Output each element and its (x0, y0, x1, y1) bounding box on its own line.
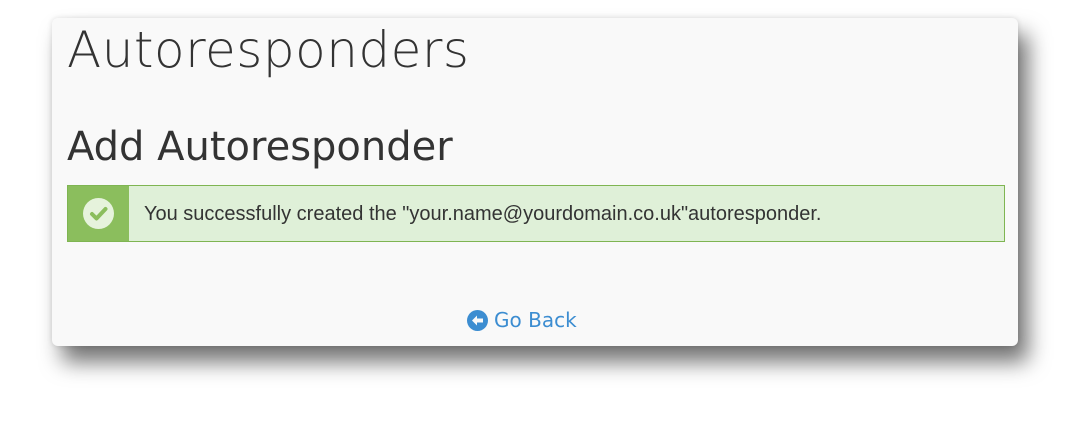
check-circle-icon (83, 198, 114, 229)
alert-message: You successfully created the "your.name@… (144, 203, 822, 225)
arrow-left-circle-icon (467, 309, 488, 331)
go-back-label: Go Back (494, 308, 577, 332)
content-panel: Autoresponders Add Autoresponder You suc… (52, 18, 1018, 346)
alert-icon-box (68, 186, 129, 241)
success-alert: You successfully created the "your.name@… (67, 185, 1005, 242)
section-title: Add Autoresponder (67, 124, 453, 170)
page-title: Autoresponders (67, 21, 470, 79)
go-back-link[interactable]: Go Back (467, 308, 577, 332)
